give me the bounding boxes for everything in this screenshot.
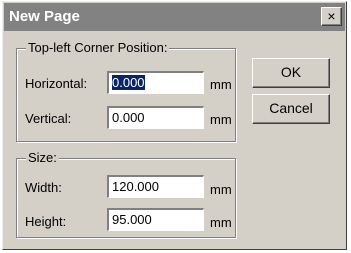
- vertical-value: 0.000: [112, 110, 145, 125]
- position-group-legend: Top-left Corner Position:: [26, 40, 170, 55]
- height-field[interactable]: 95.000: [107, 208, 204, 231]
- horizontal-field[interactable]: 0.000: [107, 71, 204, 94]
- width-field[interactable]: 120.000: [107, 175, 204, 198]
- size-group-legend: Size:: [26, 150, 59, 165]
- vertical-label: Vertical:: [25, 111, 72, 126]
- dialog-title: New Page: [9, 8, 80, 25]
- vertical-field[interactable]: 0.000: [107, 106, 204, 129]
- vertical-unit: mm: [210, 112, 232, 127]
- height-label: Height:: [25, 214, 67, 229]
- new-page-dialog: New Page × Top-left Corner Position: Hor…: [2, 1, 347, 250]
- height-value: 95.000: [112, 212, 152, 227]
- ok-button[interactable]: OK: [252, 58, 330, 88]
- title-bar[interactable]: New Page ×: [4, 3, 345, 31]
- close-icon: ×: [327, 8, 336, 24]
- horizontal-value: 0.000: [112, 75, 145, 90]
- horizontal-label: Horizontal:: [25, 76, 88, 91]
- width-label: Width:: [25, 180, 62, 195]
- horizontal-unit: mm: [210, 77, 232, 92]
- width-unit: mm: [210, 182, 232, 197]
- width-value: 120.000: [112, 179, 159, 194]
- cancel-button[interactable]: Cancel: [252, 94, 330, 124]
- height-unit: mm: [210, 215, 232, 230]
- close-button[interactable]: ×: [321, 7, 342, 26]
